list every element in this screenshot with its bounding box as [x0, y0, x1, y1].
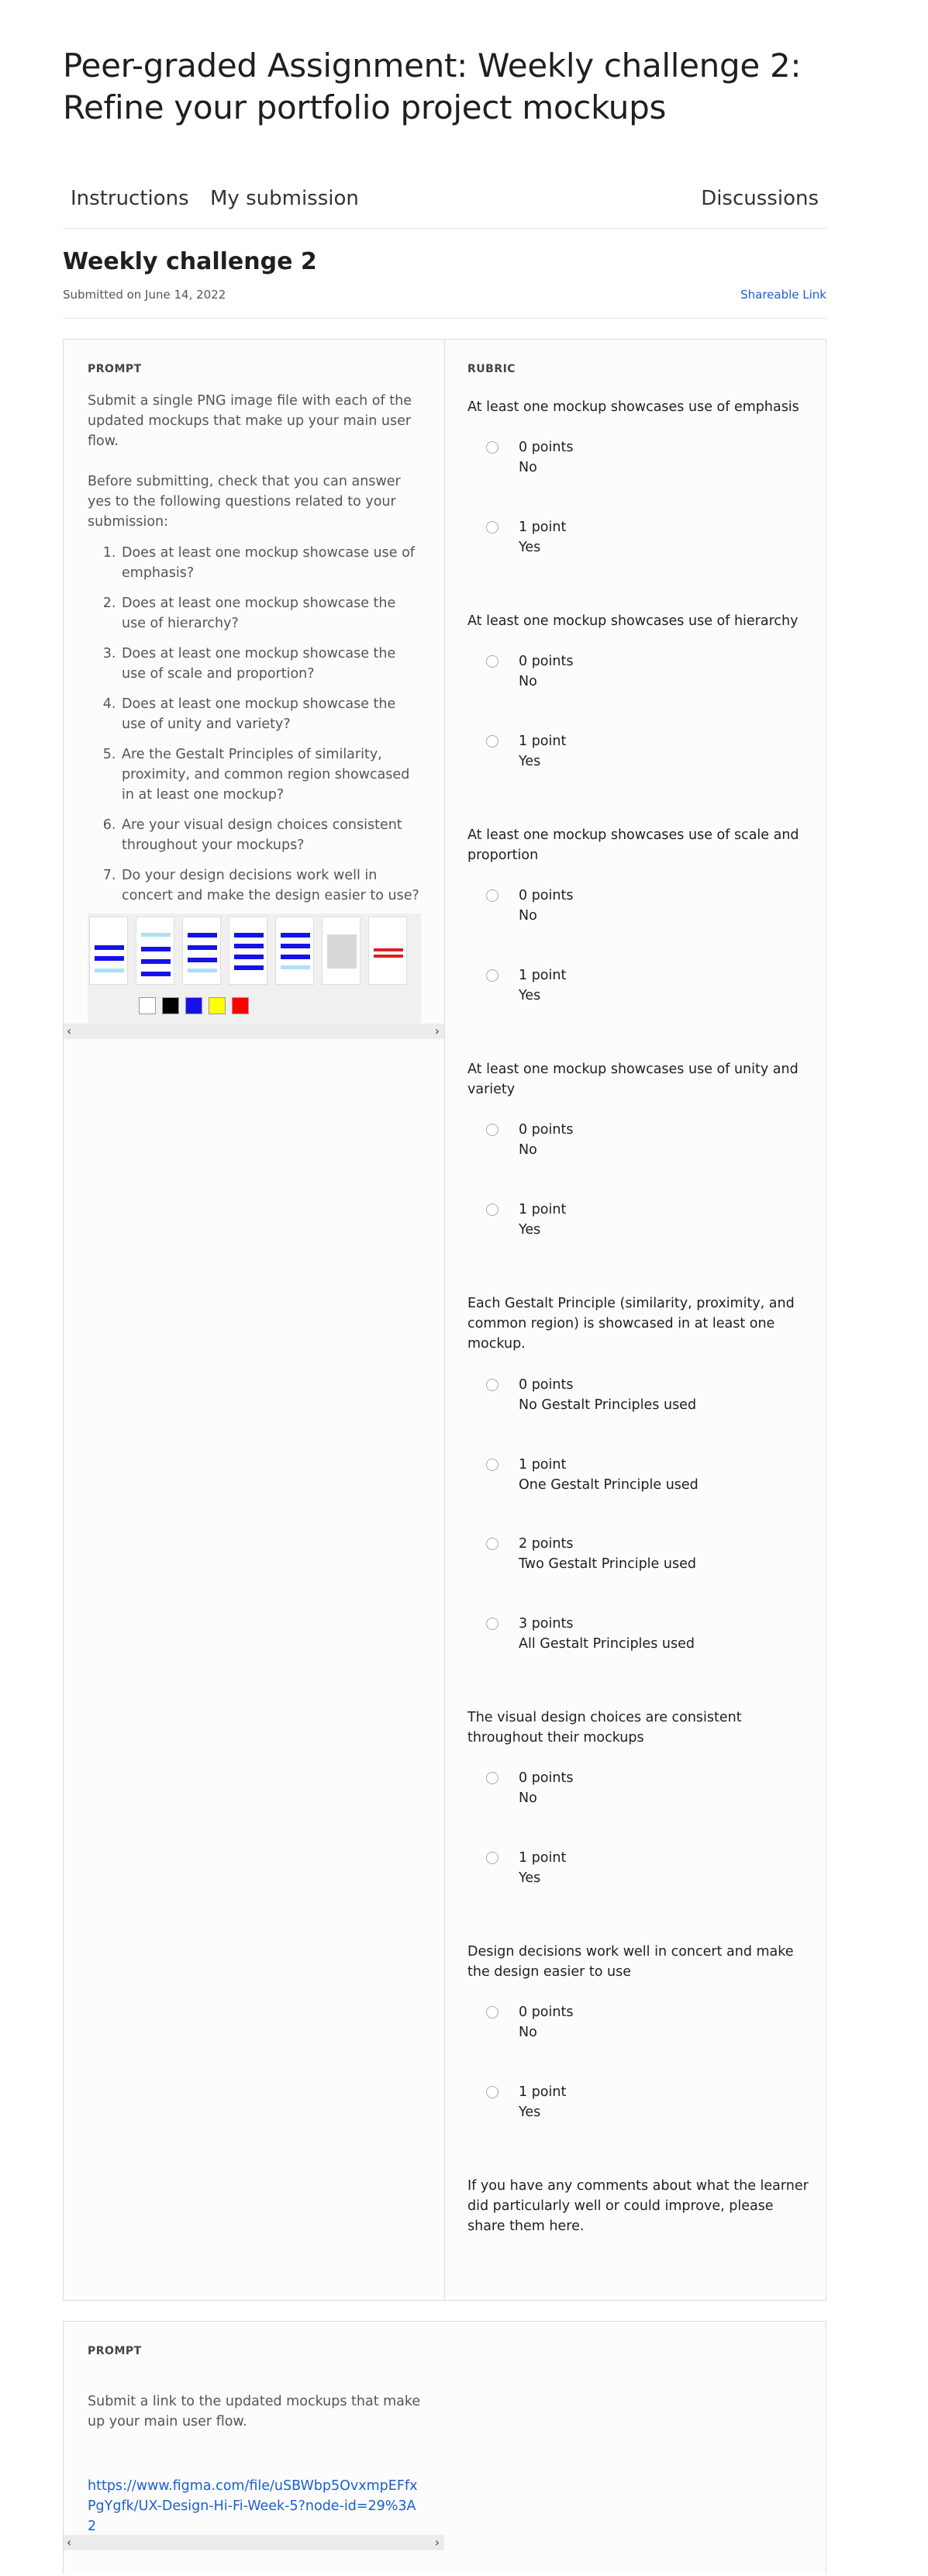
- tab-instructions[interactable]: Instructions: [71, 187, 189, 210]
- radio-button[interactable]: [486, 1538, 498, 1550]
- divider: [63, 318, 826, 319]
- rubric-comments-prompt: If you have any comments about what the …: [467, 2178, 809, 2234]
- criterion-title: At least one mockup showcases use of hie…: [467, 613, 799, 629]
- color-swatch: [209, 997, 226, 1014]
- submission-title: Weekly challenge 2: [63, 248, 317, 275]
- mockup-screen: [368, 917, 407, 985]
- radio-button[interactable]: [486, 2006, 498, 2018]
- mockup-screen: [136, 917, 174, 985]
- mockup-screen: [322, 917, 361, 985]
- radio-button[interactable]: [486, 2086, 498, 2098]
- criterion-title: The visual design choices are consistent…: [467, 1710, 742, 1746]
- prompt-text: Submit a link to the updated mockups tha…: [88, 2394, 421, 2429]
- column-divider: [444, 340, 445, 2300]
- color-swatch: [162, 997, 179, 1014]
- radio-button[interactable]: [486, 735, 498, 748]
- radio-button[interactable]: [486, 1379, 498, 1391]
- rubric-column: RUBRIC At least one mockup showcases use…: [467, 363, 809, 2234]
- tab-my-submission[interactable]: My submission: [210, 187, 359, 210]
- figma-link[interactable]: https://www.figma.com/file/uSBWbp5OvxmpE…: [88, 2476, 421, 2536]
- horizontal-scrollbar[interactable]: ‹ ›: [64, 2535, 444, 2550]
- shareable-link[interactable]: Shareable Link: [740, 288, 826, 302]
- radio-button[interactable]: [486, 889, 498, 902]
- tab-discussions[interactable]: Discussions: [701, 187, 819, 210]
- radio-button[interactable]: [486, 521, 498, 534]
- scroll-left-icon[interactable]: ‹: [67, 1024, 71, 1039]
- page-title: Peer-graded Assignment: Weekly challenge…: [63, 47, 802, 126]
- color-swatch: [185, 997, 202, 1014]
- scroll-right-icon[interactable]: ›: [435, 1024, 440, 1039]
- criterion-title: At least one mockup showcases use of emp…: [467, 399, 799, 415]
- radio-button[interactable]: [486, 1618, 498, 1630]
- radio-button[interactable]: [486, 1772, 498, 1784]
- radio-button[interactable]: [486, 655, 498, 668]
- question-item: Do your design decisions work well in co…: [120, 865, 421, 906]
- radio-button[interactable]: [486, 1852, 498, 1864]
- assignment-tabs: Instructions My submission Discussions: [63, 174, 826, 229]
- rubric-label: RUBRIC: [467, 363, 516, 375]
- criterion-title: Each Gestalt Principle (similarity, prox…: [467, 1296, 795, 1352]
- scroll-right-icon[interactable]: ›: [435, 2535, 440, 2550]
- criterion-title: Design decisions work well in concert an…: [467, 1944, 794, 1980]
- question-item: Does at least one mockup showcase the us…: [120, 644, 421, 684]
- prompt-label: PROMPT: [88, 363, 142, 375]
- scroll-left-icon[interactable]: ‹: [67, 2535, 71, 2550]
- criterion-title: At least one mockup showcases use of sca…: [467, 827, 799, 863]
- mockup-screen: [275, 917, 314, 985]
- radio-button[interactable]: [486, 1459, 498, 1471]
- mockup-screen: [89, 917, 128, 985]
- question-item: Does at least one mockup showcase use of…: [120, 543, 421, 583]
- color-swatch: [232, 997, 249, 1014]
- prompt-rubric-panel: PROMPT Submit a single PNG image file wi…: [63, 339, 826, 2301]
- prompt-text: Submit a single PNG image file with each…: [88, 393, 412, 449]
- mockup-screen: [229, 917, 267, 985]
- mockups-image: [88, 913, 421, 1028]
- radio-button[interactable]: [486, 441, 498, 454]
- question-item: Does at least one mockup showcase the us…: [120, 694, 421, 734]
- prompt-label: PROMPT: [88, 2345, 142, 2357]
- question-item: Does at least one mockup showcase the us…: [120, 593, 421, 634]
- link-prompt-panel: PROMPT Submit a link to the updated mock…: [63, 2321, 826, 2574]
- radio-button[interactable]: [486, 969, 498, 982]
- submitted-date: Submitted on June 14, 2022: [63, 288, 226, 302]
- criterion-title: At least one mockup showcases use of uni…: [467, 1062, 799, 1097]
- color-swatch: [139, 997, 156, 1014]
- radio-button[interactable]: [486, 1203, 498, 1216]
- prompt-column: PROMPT Submit a single PNG image file wi…: [88, 363, 421, 916]
- question-item: Are the Gestalt Principles of similarity…: [120, 744, 421, 805]
- radio-button[interactable]: [486, 1124, 498, 1136]
- mockup-screen: [182, 917, 221, 985]
- prompt-text-checklist-intro: Before submitting, check that you can an…: [88, 474, 401, 530]
- horizontal-scrollbar[interactable]: ‹ ›: [64, 1024, 444, 1039]
- question-item: Are your visual design choices consisten…: [120, 815, 421, 855]
- question-list: Does at least one mockup showcase use of…: [88, 543, 421, 906]
